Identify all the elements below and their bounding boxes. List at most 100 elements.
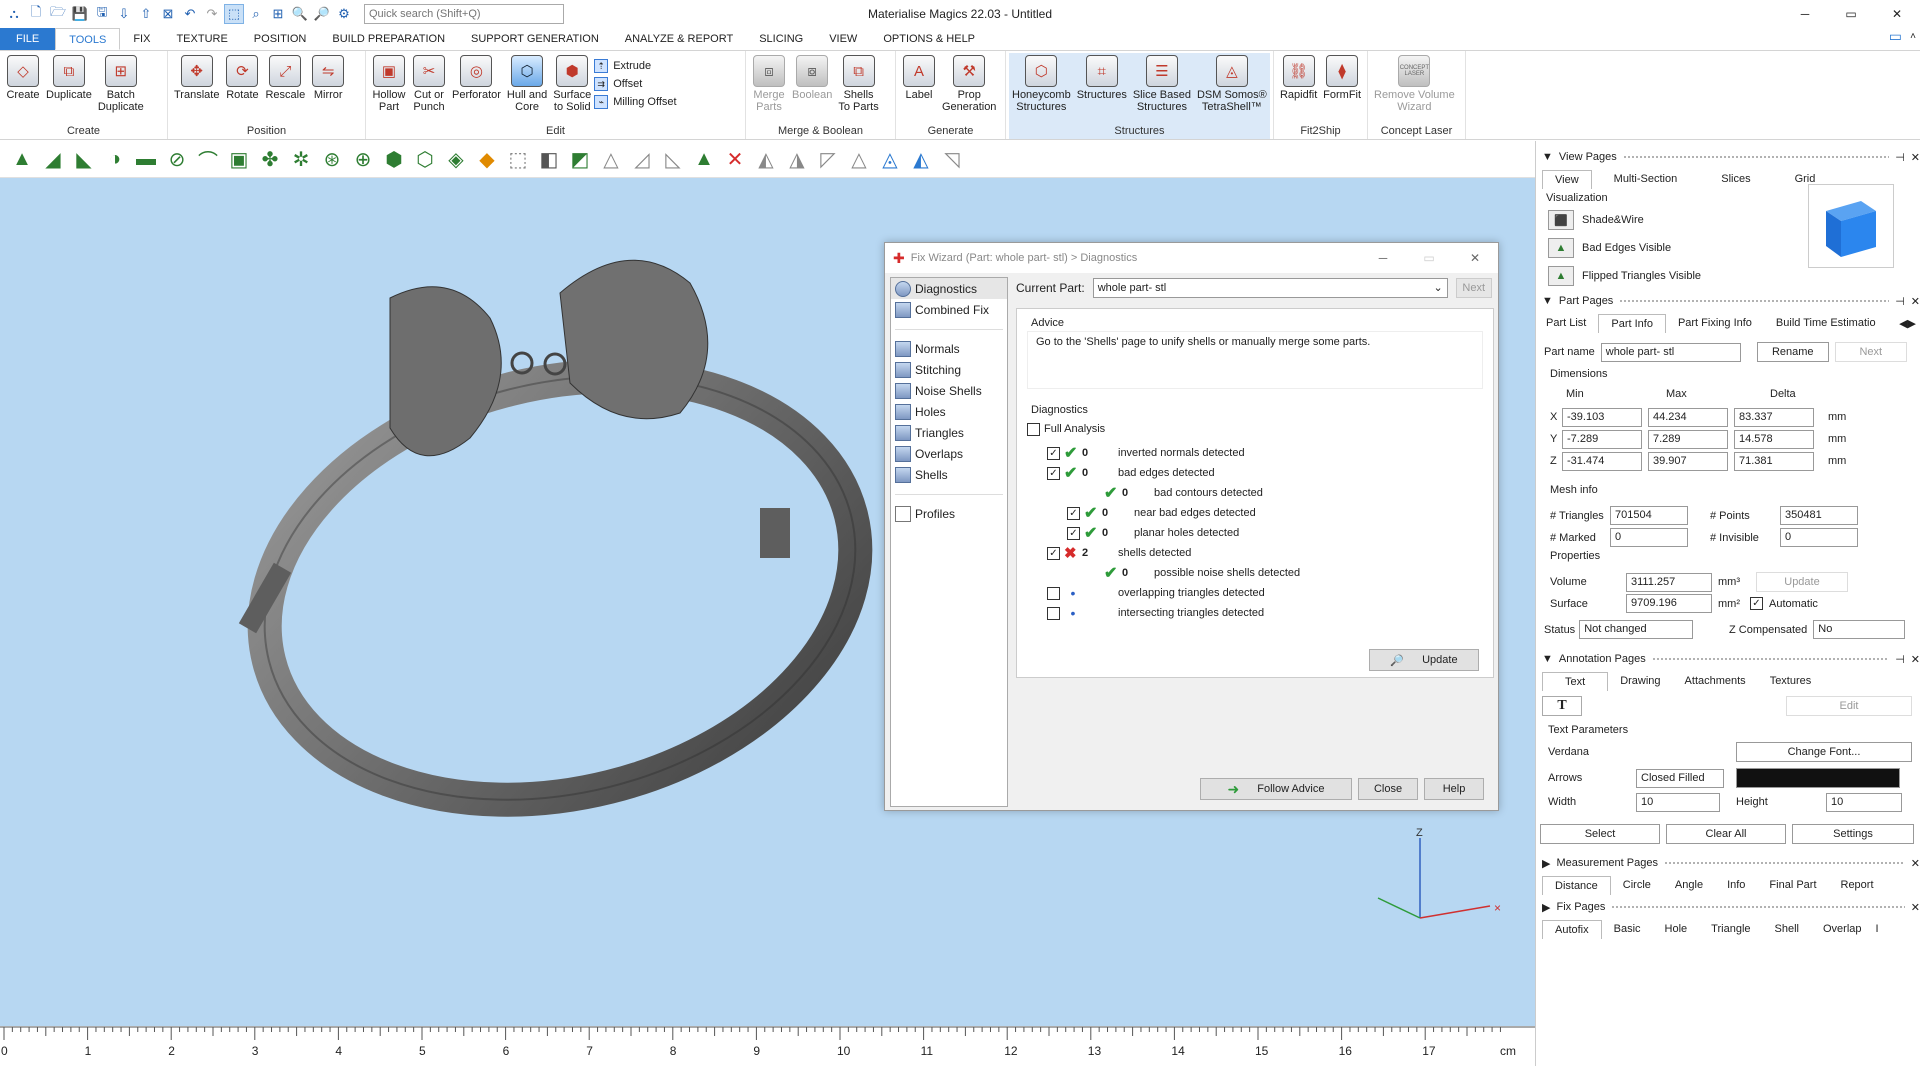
- select-button[interactable]: Select: [1540, 824, 1660, 844]
- nav-overlaps[interactable]: Overlaps: [891, 443, 1007, 464]
- tab-hole[interactable]: Hole: [1653, 920, 1700, 938]
- tab-file[interactable]: FILE: [0, 28, 56, 50]
- view-cube[interactable]: [1808, 184, 1894, 268]
- diagnostic-checkbox[interactable]: ✓: [1067, 506, 1080, 520]
- tab-slices[interactable]: Slices: [1709, 170, 1762, 188]
- dim-max-field[interactable]: 44.234: [1648, 408, 1728, 427]
- full-analysis-box[interactable]: [1027, 422, 1040, 436]
- diagnostic-checkbox[interactable]: [1047, 606, 1060, 620]
- tab-angle[interactable]: Angle: [1663, 876, 1715, 894]
- mark-cylinder-icon[interactable]: ⊘: [165, 147, 189, 171]
- tab-textures[interactable]: Textures: [1758, 672, 1824, 690]
- dim-delta-field[interactable]: 71.381: [1734, 452, 1814, 471]
- invert-mark-icon[interactable]: ◈: [444, 147, 468, 171]
- nav-diagnostics[interactable]: Diagnostics: [891, 278, 1007, 299]
- measurement-pages-header[interactable]: ▶ Measurement Pages ✕: [1536, 852, 1920, 874]
- close-part-icon[interactable]: ⊠: [158, 4, 178, 24]
- tab-autofix[interactable]: Autofix: [1542, 919, 1602, 939]
- box-green-icon[interactable]: ◩: [568, 147, 592, 171]
- redo-icon[interactable]: ↷: [202, 4, 222, 24]
- nav-profiles[interactable]: Profiles: [891, 503, 1007, 524]
- delete-marked-icon[interactable]: ✕: [723, 147, 747, 171]
- tab-attachments[interactable]: Attachments: [1673, 672, 1758, 690]
- tri-2-icon[interactable]: ◿: [630, 147, 654, 171]
- tab-final-part[interactable]: Final Part: [1757, 876, 1828, 894]
- tab-shell[interactable]: Shell: [1763, 920, 1811, 938]
- import-icon[interactable]: ⇩: [114, 4, 134, 24]
- close-pane-icon[interactable]: ✕: [1911, 295, 1920, 308]
- minimize-button[interactable]: ─: [1782, 0, 1828, 28]
- mark-lasso-icon[interactable]: ⊕: [351, 147, 375, 171]
- nav-shells[interactable]: Shells: [891, 464, 1007, 485]
- dim-delta-field[interactable]: 83.337: [1734, 408, 1814, 427]
- unmark-part-icon[interactable]: ⬡: [413, 147, 437, 171]
- dim-min-field[interactable]: -39.103: [1562, 408, 1642, 427]
- dim-delta-field[interactable]: 14.578: [1734, 430, 1814, 449]
- tri-7-icon[interactable]: ◸: [816, 147, 840, 171]
- tab-info[interactable]: Info: [1715, 876, 1757, 894]
- tab-support-generation[interactable]: SUPPORT GENERATION: [458, 28, 612, 50]
- undo-icon[interactable]: ↶: [180, 4, 200, 24]
- maximize-button[interactable]: ▭: [1828, 0, 1874, 28]
- tab-build-preparation[interactable]: BUILD PREPARATION: [319, 28, 458, 50]
- box-shell-icon[interactable]: ◧: [537, 147, 561, 171]
- dialog-minimize-button[interactable]: ─: [1360, 243, 1406, 273]
- tab-report[interactable]: Report: [1829, 876, 1886, 894]
- mark-triangle-icon[interactable]: ▲: [10, 147, 34, 171]
- dialog-close-button[interactable]: ✕: [1452, 243, 1498, 273]
- tri-5-icon[interactable]: ◭: [754, 147, 778, 171]
- tab-overlap[interactable]: Overlap: [1811, 920, 1874, 938]
- tab-part-info[interactable]: Part Info: [1598, 313, 1666, 333]
- tab-more[interactable]: I: [1874, 920, 1881, 938]
- edit-button[interactable]: Edit: [1786, 696, 1912, 716]
- fix-pages-header[interactable]: ▶ Fix Pages ✕: [1536, 896, 1920, 918]
- mark-shell-icon[interactable]: ◑: [103, 147, 127, 171]
- close-pane-icon[interactable]: ✕: [1911, 653, 1920, 666]
- arrows-select[interactable]: Closed Filled: [1636, 769, 1724, 788]
- tab-part-fixing-info[interactable]: Part Fixing Info: [1666, 314, 1764, 332]
- color-swatch[interactable]: [1736, 768, 1900, 788]
- tab-analyze-report[interactable]: ANALYZE & REPORT: [612, 28, 746, 50]
- zoom-window-icon[interactable]: ⊞: [268, 4, 288, 24]
- mark-surface-icon[interactable]: ◣: [72, 147, 96, 171]
- tab-build-time[interactable]: Build Time Estimatio: [1764, 314, 1888, 332]
- annotation-pages-header[interactable]: ▼ Annotation Pages ⊣ ✕: [1536, 648, 1920, 670]
- pin-icon[interactable]: ⊣: [1895, 295, 1905, 308]
- tab-scroll-arrow-icon[interactable]: ◀▶: [1899, 317, 1916, 330]
- tab-fix[interactable]: FIX: [120, 28, 163, 50]
- zoom-fit-icon[interactable]: 🔍: [290, 4, 310, 24]
- dim-min-field[interactable]: -7.289: [1562, 430, 1642, 449]
- rename-button[interactable]: Rename: [1756, 342, 1829, 362]
- diagnostic-checkbox[interactable]: ✓: [1047, 466, 1060, 480]
- nav-normals[interactable]: Normals: [891, 338, 1007, 359]
- bad-edges-option[interactable]: ▲ Bad Edges Visible: [1548, 238, 1671, 258]
- nav-holes[interactable]: Holes: [891, 401, 1007, 422]
- pin-icon[interactable]: ⊣: [1895, 653, 1905, 666]
- tab-triangle[interactable]: Triangle: [1699, 920, 1762, 938]
- collapse-ribbon-icon[interactable]: ˄: [1910, 31, 1916, 42]
- close-pane-icon[interactable]: ✕: [1911, 901, 1920, 914]
- nav-combined-fix[interactable]: Combined Fix: [891, 299, 1007, 320]
- settings-button[interactable]: Settings: [1792, 824, 1914, 844]
- close-window-button[interactable]: ✕: [1874, 0, 1920, 28]
- diagnostic-checkbox[interactable]: ✓: [1047, 446, 1060, 460]
- dialog-close-text-button[interactable]: Close: [1358, 778, 1418, 800]
- open-file-icon[interactable]: 🗁: [48, 4, 68, 24]
- tab-drawing[interactable]: Drawing: [1608, 672, 1672, 690]
- dialog-help-button[interactable]: Help: [1424, 778, 1484, 800]
- mark-all-icon[interactable]: ✲: [289, 147, 313, 171]
- dim-min-field[interactable]: -31.474: [1562, 452, 1642, 471]
- volume-update-button[interactable]: Update: [1756, 572, 1848, 592]
- quick-search-input[interactable]: [364, 4, 564, 24]
- diagnostic-checkbox[interactable]: ✓: [1047, 546, 1060, 560]
- view-pages-header[interactable]: ▼ View Pages ⊣ ✕: [1536, 146, 1920, 168]
- mark-connected-icon[interactable]: ✤: [258, 147, 282, 171]
- diagnostic-checkbox[interactable]: [1047, 586, 1060, 600]
- tab-options-help[interactable]: OPTIONS & HELP: [870, 28, 988, 50]
- mark-box-icon[interactable]: ▣: [227, 147, 251, 171]
- nav-noise-shells[interactable]: Noise Shells: [891, 380, 1007, 401]
- tab-view[interactable]: VIEW: [816, 28, 870, 50]
- flipped-triangles-option[interactable]: ▲ Flipped Triangles Visible: [1548, 266, 1701, 286]
- zoom-out-icon[interactable]: 🔎: [312, 4, 332, 24]
- offset-button[interactable]: ⇉ Offset: [594, 77, 676, 91]
